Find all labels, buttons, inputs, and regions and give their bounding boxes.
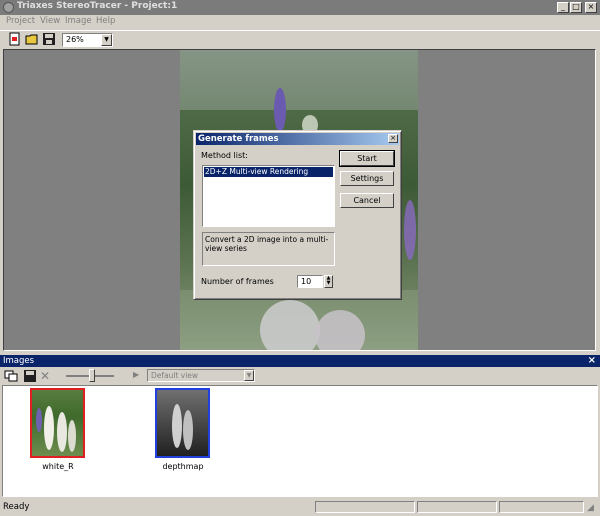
minimize-button[interactable]: _: [557, 2, 569, 13]
close-button[interactable]: ×: [585, 2, 597, 13]
dialog-close-icon[interactable]: ×: [388, 134, 398, 143]
menu-image[interactable]: Image: [65, 16, 92, 26]
dialog-title: Generate frames: [196, 133, 399, 145]
menu-project[interactable]: Project: [6, 16, 35, 26]
main-toolbar: 26% ▼: [0, 30, 600, 48]
resize-grip-icon[interactable]: ◢: [587, 503, 594, 513]
maximize-button[interactable]: □: [570, 2, 582, 13]
images-panel-header: Images ×: [0, 355, 600, 367]
thumbnail-depthmap[interactable]: [155, 388, 210, 458]
open-folder-icon[interactable]: [25, 32, 39, 46]
thumbnail-label: white_R: [42, 462, 74, 471]
frames-label: Number of frames: [201, 277, 274, 286]
method-item-selected[interactable]: 2D+Z Multi-view Rendering: [204, 167, 333, 177]
save-icon[interactable]: [42, 32, 56, 46]
chevron-down-icon[interactable]: ▼: [101, 34, 112, 46]
windows-icon[interactable]: [4, 370, 18, 385]
status-panel: [499, 501, 584, 513]
status-text: Ready: [3, 502, 30, 512]
images-panel-title: Images: [3, 356, 35, 366]
app-icon: [3, 2, 14, 13]
new-file-icon[interactable]: [8, 32, 22, 46]
window-title: Triaxes StereoTracer - Project:1: [17, 1, 178, 11]
cancel-button[interactable]: Cancel: [340, 193, 394, 208]
status-panel: [417, 501, 497, 513]
thumbnail-white-r[interactable]: [30, 388, 85, 458]
zoom-slider-handle[interactable]: [89, 369, 95, 382]
chevron-down-icon[interactable]: ▼: [244, 370, 254, 381]
menu-bar: Project View Image Help: [0, 15, 600, 29]
frames-spinner[interactable]: ▲ ▼: [324, 275, 333, 288]
frames-input[interactable]: 10: [297, 275, 323, 288]
delete-icon[interactable]: ✕: [40, 369, 50, 383]
images-panel-close-icon[interactable]: ×: [588, 355, 596, 367]
thumbnail-area: white_R depthmap: [2, 385, 598, 497]
settings-button[interactable]: Settings: [340, 171, 394, 186]
method-description: Convert a 2D image into a multi-view ser…: [202, 232, 335, 266]
view-select[interactable]: Default view ▼: [147, 369, 255, 382]
play-icon[interactable]: ▶: [133, 370, 139, 379]
zoom-value: 26%: [66, 35, 84, 44]
status-panel: [315, 501, 415, 513]
start-button[interactable]: Start: [339, 150, 395, 167]
method-list[interactable]: 2D+Z Multi-view Rendering: [202, 165, 335, 227]
images-toolbar: ✕ ▶ Default view ▼: [0, 368, 600, 385]
thumbnail-label: depthmap: [162, 462, 204, 471]
menu-help[interactable]: Help: [96, 16, 115, 26]
zoom-select[interactable]: 26% ▼: [62, 33, 113, 47]
title-bar: Triaxes StereoTracer - Project:1 _ □ ×: [0, 0, 600, 15]
save-icon[interactable]: [24, 370, 36, 385]
status-bar: Ready ◢: [0, 499, 600, 516]
menu-view[interactable]: View: [40, 16, 60, 26]
generate-frames-dialog: Generate frames × Method list: 2D+Z Mult…: [193, 130, 402, 300]
view-select-value: Default view: [151, 371, 199, 380]
method-list-label: Method list:: [201, 151, 248, 160]
